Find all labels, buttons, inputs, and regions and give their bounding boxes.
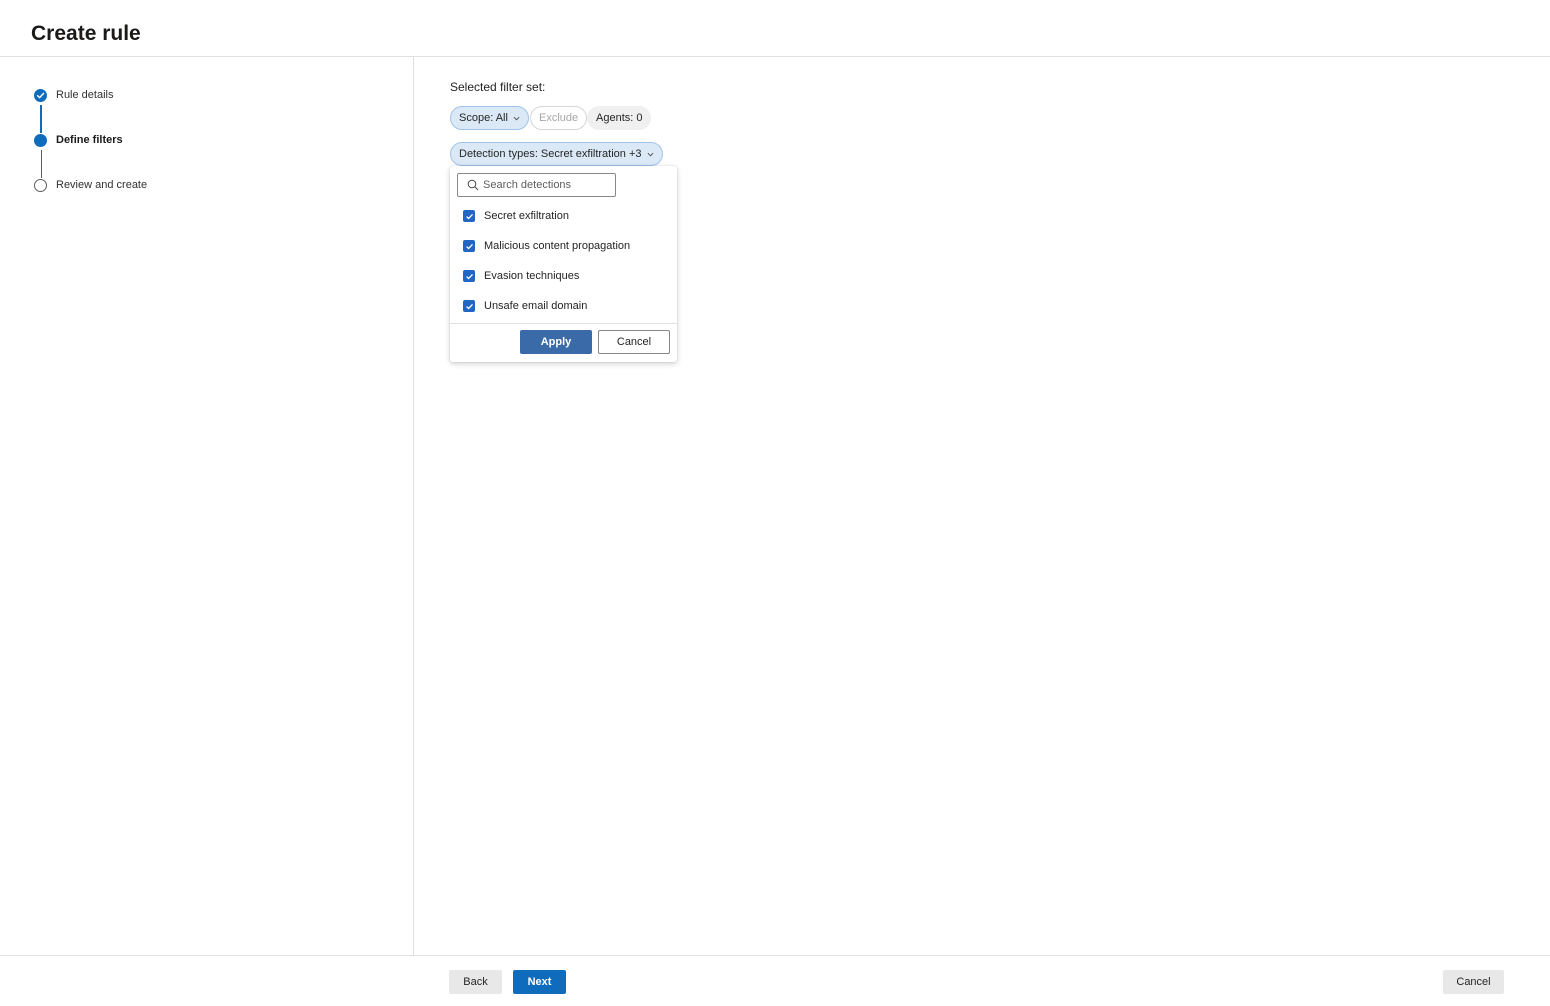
dropdown-cancel-button[interactable]: Cancel (598, 330, 670, 354)
chip-label: Agents: 0 (596, 112, 643, 124)
detection-types-dropdown: Secret exfiltration Malicious content pr… (450, 166, 677, 362)
checkbox-checked-icon[interactable] (463, 240, 475, 252)
step-connector (40, 150, 42, 178)
search-icon (467, 179, 479, 191)
step-label: Define filters (56, 134, 123, 146)
step-connector (40, 105, 42, 133)
search-detections-input[interactable] (483, 179, 613, 191)
option-unsafe-email-domain[interactable]: Unsafe email domain (463, 299, 587, 313)
chevron-down-icon (513, 116, 520, 120)
step-label: Review and create (56, 179, 148, 191)
option-label: Secret exfiltration (484, 210, 569, 222)
pending-step-circle-icon (34, 178, 47, 192)
chip-label: Detection types: Secret exfiltration +3 (459, 148, 642, 160)
current-step-dot-icon (34, 133, 47, 147)
option-label: Evasion techniques (484, 270, 580, 282)
option-malicious-content-propagation[interactable]: Malicious content propagation (463, 239, 630, 253)
option-evasion-techniques[interactable]: Evasion techniques (463, 269, 579, 283)
filter-set-title: Selected filter set: (450, 80, 546, 94)
step-label: Rule details (56, 89, 114, 101)
cancel-button[interactable]: Cancel (1443, 970, 1504, 994)
main-content: Selected filter set: Scope: All Exclude … (414, 57, 1550, 955)
step-rule-details[interactable]: Rule details (34, 86, 113, 104)
chip-label: Exclude (539, 112, 579, 124)
option-label: Unsafe email domain (484, 300, 588, 312)
page-title: Create rule (31, 22, 141, 45)
scope-filter-chip[interactable]: Scope: All (450, 106, 529, 130)
agents-filter-chip[interactable]: Agents: 0 (587, 106, 652, 130)
chip-label: Scope: All (459, 112, 508, 124)
check-icon (34, 88, 47, 102)
step-define-filters[interactable]: Define filters (34, 131, 123, 149)
wizard-footer: Back Next Cancel (0, 955, 1550, 1006)
checkbox-checked-icon[interactable] (463, 300, 475, 312)
exclude-chip: Exclude (530, 106, 588, 130)
option-secret-exfiltration[interactable]: Secret exfiltration (463, 209, 569, 223)
step-review-and-create[interactable]: Review and create (34, 176, 147, 194)
chevron-down-icon (647, 152, 653, 156)
create-rule-page: Create rule Rule details Define filters … (0, 0, 1550, 1006)
option-label: Malicious content propagation (484, 240, 631, 252)
search-box[interactable] (457, 173, 616, 197)
checkbox-checked-icon[interactable] (463, 270, 475, 282)
wizard-stepper: Rule details Define filters Review and c… (0, 57, 414, 955)
apply-button[interactable]: Apply (520, 330, 592, 354)
detection-types-filter-chip[interactable]: Detection types: Secret exfiltration +3 (450, 142, 663, 166)
checkbox-checked-icon[interactable] (463, 210, 475, 222)
divider (450, 323, 677, 324)
back-button[interactable]: Back (449, 970, 502, 994)
page-header: Create rule (0, 0, 1550, 57)
next-button[interactable]: Next (513, 970, 566, 994)
